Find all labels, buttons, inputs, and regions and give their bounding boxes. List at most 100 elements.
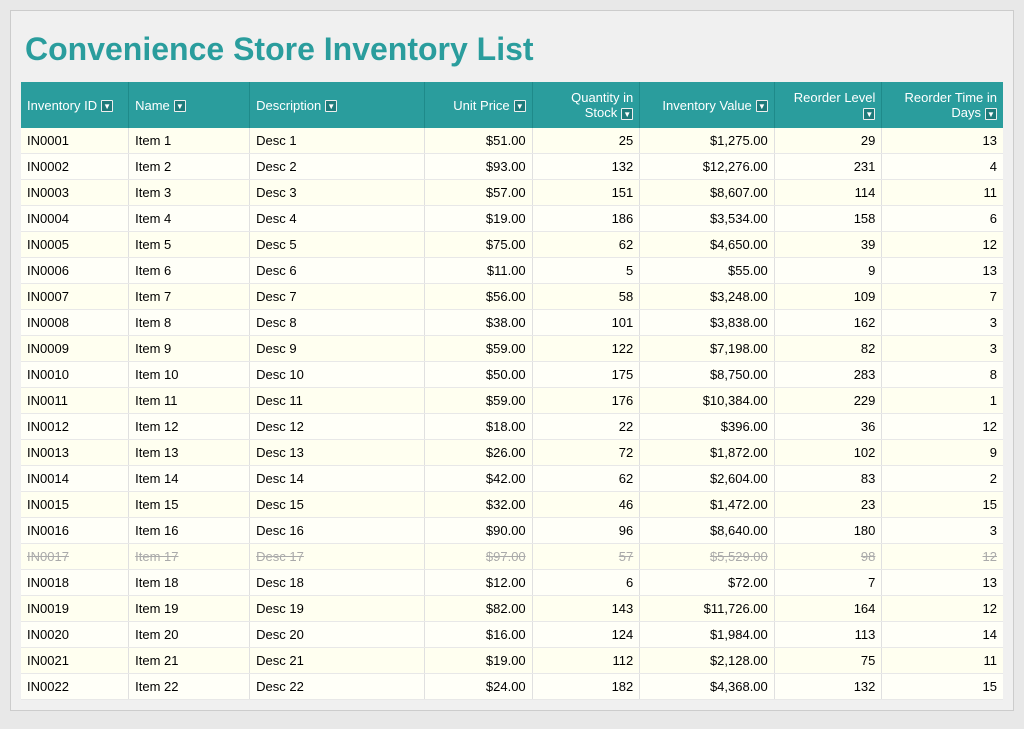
cell-inv: $3,248.00 (640, 284, 775, 310)
cell-time: 12 (882, 414, 1003, 440)
cell-desc: Desc 14 (250, 466, 425, 492)
cell-name: Item 17 (129, 544, 250, 570)
cell-name: Item 16 (129, 518, 250, 544)
cell-price: $75.00 (425, 232, 533, 258)
cell-name: Item 22 (129, 674, 250, 700)
cell-price: $90.00 (425, 518, 533, 544)
cell-price: $11.00 (425, 258, 533, 284)
table-row: IN0002Item 2Desc 2$93.00132$12,276.00231… (21, 154, 1003, 180)
cell-id: IN0021 (21, 648, 129, 674)
cell-price: $59.00 (425, 336, 533, 362)
cell-desc: Desc 6 (250, 258, 425, 284)
cell-qty: 62 (532, 466, 640, 492)
cell-time: 1 (882, 388, 1003, 414)
filter-icon-inv[interactable]: ▼ (756, 100, 768, 112)
cell-price: $19.00 (425, 648, 533, 674)
cell-time: 2 (882, 466, 1003, 492)
cell-desc: Desc 3 (250, 180, 425, 206)
cell-name: Item 8 (129, 310, 250, 336)
table-row: IN0015Item 15Desc 15$32.0046$1,472.00231… (21, 492, 1003, 518)
table-row: IN0011Item 11Desc 11$59.00176$10,384.002… (21, 388, 1003, 414)
filter-icon-name[interactable]: ▼ (174, 100, 186, 112)
cell-inv: $3,838.00 (640, 310, 775, 336)
cell-time: 12 (882, 544, 1003, 570)
cell-inv: $8,607.00 (640, 180, 775, 206)
cell-qty: 5 (532, 258, 640, 284)
cell-name: Item 18 (129, 570, 250, 596)
cell-id: IN0005 (21, 232, 129, 258)
table-row: IN0004Item 4Desc 4$19.00186$3,534.001586 (21, 206, 1003, 232)
cell-reorder: 162 (774, 310, 882, 336)
cell-time: 9 (882, 440, 1003, 466)
cell-price: $12.00 (425, 570, 533, 596)
cell-id: IN0012 (21, 414, 129, 440)
filter-icon-id[interactable]: ▼ (101, 100, 113, 112)
cell-time: 15 (882, 492, 1003, 518)
cell-price: $50.00 (425, 362, 533, 388)
table-body: IN0001Item 1Desc 1$51.0025$1,275.002913I… (21, 128, 1003, 700)
cell-inv: $8,750.00 (640, 362, 775, 388)
cell-qty: 96 (532, 518, 640, 544)
cell-time: 6 (882, 206, 1003, 232)
cell-reorder: 102 (774, 440, 882, 466)
cell-qty: 101 (532, 310, 640, 336)
cell-reorder: 83 (774, 466, 882, 492)
cell-desc: Desc 18 (250, 570, 425, 596)
cell-reorder: 29 (774, 128, 882, 154)
table-row: IN0017Item 17Desc 17$97.0057$5,529.00981… (21, 544, 1003, 570)
cell-inv: $4,368.00 (640, 674, 775, 700)
cell-qty: 58 (532, 284, 640, 310)
cell-desc: Desc 15 (250, 492, 425, 518)
filter-icon-time[interactable]: ▼ (985, 108, 997, 120)
cell-qty: 132 (532, 154, 640, 180)
cell-reorder: 23 (774, 492, 882, 518)
table-row: IN0010Item 10Desc 10$50.00175$8,750.0028… (21, 362, 1003, 388)
table-row: IN0006Item 6Desc 6$11.005$55.00913 (21, 258, 1003, 284)
cell-name: Item 3 (129, 180, 250, 206)
cell-reorder: 283 (774, 362, 882, 388)
cell-inv: $2,604.00 (640, 466, 775, 492)
cell-reorder: 98 (774, 544, 882, 570)
cell-qty: 6 (532, 570, 640, 596)
cell-time: 3 (882, 518, 1003, 544)
cell-qty: 151 (532, 180, 640, 206)
cell-reorder: 36 (774, 414, 882, 440)
cell-qty: 122 (532, 336, 640, 362)
table-row: IN0014Item 14Desc 14$42.0062$2,604.00832 (21, 466, 1003, 492)
cell-time: 12 (882, 232, 1003, 258)
filter-icon-reorder[interactable]: ▼ (863, 108, 875, 120)
table-wrapper: Inventory ID▼Name▼Description▼Unit Price… (21, 82, 1003, 700)
cell-inv: $2,128.00 (640, 648, 775, 674)
cell-qty: 112 (532, 648, 640, 674)
filter-icon-qty[interactable]: ▼ (621, 108, 633, 120)
table-row: IN0018Item 18Desc 18$12.006$72.00713 (21, 570, 1003, 596)
cell-inv: $1,872.00 (640, 440, 775, 466)
cell-name: Item 21 (129, 648, 250, 674)
table-row: IN0022Item 22Desc 22$24.00182$4,368.0013… (21, 674, 1003, 700)
cell-id: IN0016 (21, 518, 129, 544)
table-row: IN0001Item 1Desc 1$51.0025$1,275.002913 (21, 128, 1003, 154)
cell-qty: 186 (532, 206, 640, 232)
cell-qty: 25 (532, 128, 640, 154)
filter-icon-desc[interactable]: ▼ (325, 100, 337, 112)
cell-name: Item 6 (129, 258, 250, 284)
cell-qty: 62 (532, 232, 640, 258)
cell-reorder: 113 (774, 622, 882, 648)
header-id: Inventory ID▼ (21, 82, 129, 128)
cell-price: $32.00 (425, 492, 533, 518)
cell-desc: Desc 19 (250, 596, 425, 622)
cell-desc: Desc 11 (250, 388, 425, 414)
cell-reorder: 82 (774, 336, 882, 362)
cell-desc: Desc 2 (250, 154, 425, 180)
cell-reorder: 7 (774, 570, 882, 596)
filter-icon-price[interactable]: ▼ (514, 100, 526, 112)
cell-reorder: 231 (774, 154, 882, 180)
cell-price: $59.00 (425, 388, 533, 414)
cell-inv: $12,276.00 (640, 154, 775, 180)
cell-reorder: 229 (774, 388, 882, 414)
cell-price: $56.00 (425, 284, 533, 310)
cell-time: 13 (882, 570, 1003, 596)
cell-time: 11 (882, 180, 1003, 206)
cell-id: IN0015 (21, 492, 129, 518)
cell-inv: $1,984.00 (640, 622, 775, 648)
